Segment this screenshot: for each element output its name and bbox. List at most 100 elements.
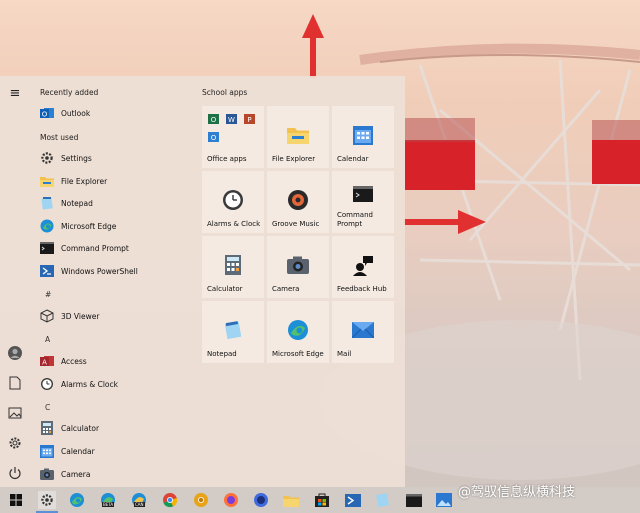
hamburger-menu-icon[interactable]: ≡ — [8, 86, 22, 101]
app-list: Recently added O Outlook Most used Setti… — [30, 76, 195, 487]
app-item-alarms-clock[interactable]: Alarms & Clock — [40, 375, 118, 393]
app-label: Access — [61, 356, 87, 366]
app-label: Command Prompt — [61, 243, 129, 253]
taskbar-edge-canary-icon[interactable]: CAN — [130, 491, 148, 509]
taskbar-edge-beta-icon[interactable]: BETA — [99, 491, 117, 509]
clock-icon — [220, 187, 246, 213]
notepad-icon — [40, 196, 54, 210]
app-label: Outlook — [61, 108, 91, 118]
calculator-icon — [40, 421, 54, 435]
taskbar-firefox-icon[interactable] — [222, 491, 240, 509]
app-item-access[interactable]: A Access — [40, 352, 87, 370]
letter-header-a[interactable]: A — [45, 335, 50, 344]
tile-calculator[interactable]: Calculator — [202, 236, 264, 298]
tile-label: Groove Music — [272, 220, 320, 228]
app-item-camera[interactable]: Camera — [40, 465, 90, 483]
letter-header-c[interactable]: C — [45, 403, 50, 412]
app-label: Alarms & Clock — [61, 379, 118, 389]
cmd-icon — [350, 181, 376, 207]
tile-microsoft-edge[interactable]: Microsoft Edge — [267, 301, 329, 363]
tile-office-apps[interactable]: O W P O Office apps — [202, 106, 264, 168]
taskbar-settings-gear-icon[interactable] — [38, 491, 56, 509]
app-label: Calendar — [61, 446, 95, 456]
feedback-icon — [350, 252, 376, 278]
app-item-calculator[interactable]: Calculator — [40, 419, 99, 437]
app-item-microsoft-edge[interactable]: Microsoft Edge — [40, 217, 116, 235]
tile-file-explorer[interactable]: File Explorer — [267, 106, 329, 168]
powershell-icon — [40, 264, 54, 278]
folder-icon — [40, 174, 54, 188]
edge-icon — [285, 317, 311, 343]
windows-start-icon[interactable] — [7, 491, 25, 509]
tile-label: Microsoft Edge — [272, 350, 324, 358]
school-apps-header: School apps — [202, 88, 248, 97]
app-item-windows-powershell[interactable]: Windows PowerShell — [40, 262, 138, 280]
camera-icon — [40, 467, 54, 481]
pictures-icon[interactable] — [8, 406, 22, 420]
app-item-calendar[interactable]: Calendar — [40, 442, 95, 460]
cmd-icon — [40, 241, 54, 255]
svg-text:O: O — [211, 116, 217, 124]
taskbar-chrome-icon[interactable] — [161, 491, 179, 509]
settings-gear-icon[interactable] — [8, 436, 22, 450]
calendar-icon — [350, 122, 376, 148]
tile-label: Command Prompt — [337, 211, 373, 228]
app-label: Windows PowerShell — [61, 266, 138, 276]
camera-icon — [285, 252, 311, 278]
taskbar-edge-icon[interactable] — [68, 491, 86, 509]
taskbar-powershell-icon[interactable] — [344, 491, 362, 509]
user-avatar-icon[interactable] — [8, 346, 22, 360]
taskbar-notepad-icon[interactable] — [374, 491, 392, 509]
most-used-header: Most used — [40, 133, 79, 142]
tile-label: Office apps — [207, 155, 247, 163]
app-label: Settings — [61, 153, 92, 163]
tile-mail[interactable]: Mail — [332, 301, 394, 363]
taskbar-firefox-nightly-icon[interactable] — [252, 491, 270, 509]
power-icon[interactable] — [8, 466, 22, 480]
tile-label: Camera — [272, 285, 300, 293]
svg-text:W: W — [228, 116, 235, 124]
folder-icon — [285, 122, 311, 148]
notepad-icon — [220, 317, 246, 343]
tile-groove-music[interactable]: Groove Music — [267, 171, 329, 233]
app-label: Calculator — [61, 423, 100, 433]
gear-icon — [40, 151, 54, 165]
app-item-settings[interactable]: Settings — [40, 149, 92, 167]
app-item-outlook[interactable]: O Outlook — [40, 104, 90, 122]
tile-notepad[interactable]: Notepad — [202, 301, 264, 363]
tile-feedback-hub[interactable]: Feedback Hub — [332, 236, 394, 298]
app-item-command-prompt[interactable]: Command Prompt — [40, 239, 129, 257]
up-arrow-annotation — [302, 14, 324, 78]
taskbar-file-explorer-icon[interactable] — [282, 491, 300, 509]
taskbar-photos-icon[interactable] — [435, 491, 453, 509]
app-label: Microsoft Edge — [61, 221, 117, 231]
start-menu: ≡ Recently added O Outlook Most used Set… — [0, 76, 405, 487]
access-icon: A — [40, 354, 54, 368]
letter-header-hash[interactable]: # — [45, 290, 51, 299]
tile-calendar[interactable]: Calendar — [332, 106, 394, 168]
taskbar-store-icon[interactable] — [313, 491, 331, 509]
tile-label: Calculator — [207, 285, 243, 293]
app-item-3d-viewer[interactable]: 3D Viewer — [40, 307, 99, 325]
watermark-text: @驾驭信息纵横科技 — [458, 485, 576, 500]
taskbar-chrome-canary-icon[interactable] — [192, 491, 210, 509]
app-label: Camera — [61, 469, 91, 479]
taskbar-terminal-icon[interactable] — [405, 491, 423, 509]
tile-camera[interactable]: Camera — [267, 236, 329, 298]
clock-icon — [40, 377, 54, 391]
app-item-notepad[interactable]: Notepad — [40, 194, 93, 212]
edge-canary-badge: CAN — [134, 502, 145, 507]
app-item-file-explorer[interactable]: File Explorer — [40, 172, 107, 190]
right-arrow-annotation — [404, 210, 486, 234]
app-label: 3D Viewer — [61, 311, 100, 321]
svg-text:O: O — [42, 111, 48, 119]
app-label: File Explorer — [61, 176, 108, 186]
tile-alarms-clock[interactable]: Alarms & Clock — [202, 171, 264, 233]
documents-icon[interactable] — [8, 376, 22, 390]
calculator-icon — [220, 252, 246, 278]
tile-label: File Explorer — [272, 155, 316, 163]
tile-command-prompt[interactable]: Command Prompt — [332, 171, 394, 233]
calendar-icon — [40, 444, 54, 458]
tile-label: Calendar — [337, 155, 369, 163]
app-label: Notepad — [61, 198, 93, 208]
